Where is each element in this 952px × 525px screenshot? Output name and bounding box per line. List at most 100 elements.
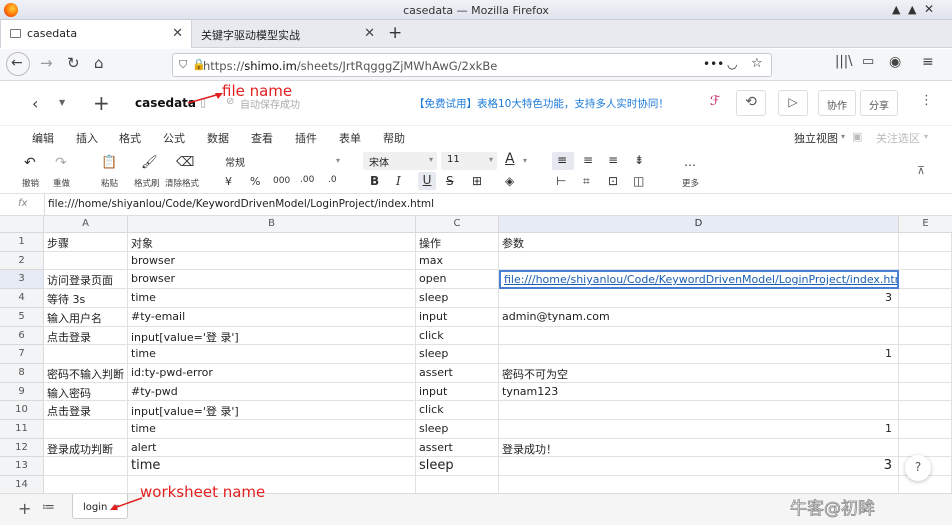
cell-c13[interactable]: sleep <box>416 457 499 476</box>
standalone-view[interactable]: 独立视图 <box>794 130 838 146</box>
cell-c4[interactable]: sleep <box>416 289 499 308</box>
cell-c9[interactable]: input <box>416 383 499 401</box>
cell-d1[interactable]: 参数 <box>499 233 899 252</box>
cell-e1[interactable] <box>899 233 952 252</box>
cell-b2[interactable]: browser <box>128 252 416 270</box>
cell-d3[interactable]: file:///home/shiyanlou/Code/KeywordDrive… <box>499 270 899 289</box>
close-window-icon[interactable]: ✕ <box>924 2 934 16</box>
cell-c5[interactable]: input <box>416 308 499 327</box>
currency-icon[interactable]: ¥ <box>225 175 232 188</box>
cell-b10[interactable]: input[value='登 录'] <box>128 401 416 420</box>
cell-d11[interactable]: 1 <box>499 420 899 439</box>
formula-input[interactable]: file:///home/shiyanlou/Code/KeywordDrive… <box>48 198 434 210</box>
history-icon[interactable]: ⟲ <box>736 90 766 116</box>
cell-c10[interactable]: click <box>416 401 499 420</box>
cell-a3[interactable]: 访问登录页面 <box>44 270 128 289</box>
focus-selection[interactable]: 关注选区 <box>876 130 920 146</box>
cell-d7[interactable]: 1 <box>499 345 899 364</box>
forward-icon[interactable]: → <box>40 54 53 72</box>
row-header[interactable]: 3 <box>0 270 44 289</box>
cell-c6[interactable]: click <box>416 327 499 345</box>
row-header[interactable]: 1 <box>0 233 44 252</box>
cell-c11[interactable]: sleep <box>416 420 499 439</box>
cell-c2[interactable]: max <box>416 252 499 270</box>
back-icon[interactable]: ← <box>6 52 30 76</box>
menu-insert[interactable]: 插入 <box>76 130 98 146</box>
focus-area-icon[interactable]: ▣ <box>852 130 862 143</box>
cell-e2[interactable] <box>899 252 952 270</box>
menu-help[interactable]: 帮助 <box>383 130 405 146</box>
cell-b8[interactable]: id:ty-pwd-error <box>128 364 416 383</box>
strikethrough-icon[interactable]: S <box>446 174 454 188</box>
cell-e4[interactable] <box>899 289 952 308</box>
percent-icon[interactable]: % <box>250 175 260 188</box>
number-format-select[interactable]: 常规 <box>225 154 245 169</box>
cell-b3[interactable]: browser <box>128 270 416 289</box>
decrease-decimal-icon[interactable]: .00 <box>300 175 314 185</box>
cell-a4[interactable]: 等待 3s <box>44 289 128 308</box>
bold-icon[interactable]: B <box>370 174 379 188</box>
maximize-icon[interactable]: ▲ <box>908 3 916 16</box>
format-painter-icon[interactable]: 🖌 <box>141 155 158 170</box>
font-size-select[interactable]: 11 ▾ <box>441 152 497 170</box>
align-center-icon[interactable]: ≡ <box>583 153 593 167</box>
menu-formula[interactable]: 公式 <box>163 130 185 146</box>
increase-decimal-icon[interactable]: .0 <box>328 175 337 185</box>
cell-e5[interactable] <box>899 308 952 327</box>
cell-b1[interactable]: 对象 <box>128 233 416 252</box>
undo-icon[interactable]: ↶ <box>24 155 36 171</box>
vertical-align-icon[interactable]: ⇟ <box>634 153 644 167</box>
cell-a6[interactable]: 点击登录 <box>44 327 128 345</box>
cell-e10[interactable] <box>899 401 952 420</box>
menu-edit[interactable]: 编辑 <box>32 130 54 146</box>
cell-d9[interactable]: tynam123 <box>499 383 899 401</box>
cell-a1[interactable]: 步骤 <box>44 233 128 252</box>
menu-view[interactable]: 查看 <box>251 130 273 146</box>
thousands-icon[interactable]: 000 <box>273 176 290 186</box>
cell-e9[interactable] <box>899 383 952 401</box>
cell-a10[interactable]: 点击登录 <box>44 401 128 420</box>
cell-d5[interactable]: admin@tynam.com <box>499 308 899 327</box>
cell-a5[interactable]: 输入用户名 <box>44 308 128 327</box>
add-sheet-icon[interactable]: + <box>18 499 31 518</box>
help-button[interactable]: ? <box>905 455 931 481</box>
row-header[interactable]: 5 <box>0 308 44 327</box>
row-header[interactable]: 4 <box>0 289 44 308</box>
align-right-icon[interactable]: ≡ <box>608 153 618 167</box>
shield-icon[interactable]: ⛉ <box>179 58 187 72</box>
add-icon[interactable]: + <box>93 91 110 115</box>
cell-c12[interactable]: assert <box>416 439 499 457</box>
cell-c7[interactable]: sleep <box>416 345 499 364</box>
more-options-icon[interactable]: ⋮ <box>920 93 933 108</box>
dropdown-icon[interactable]: ▼ <box>59 98 65 107</box>
library-icon[interactable]: |||\ <box>835 54 853 69</box>
cell-a2[interactable] <box>44 252 128 270</box>
borders-icon[interactable]: ⊞ <box>472 174 482 188</box>
eraser-icon[interactable]: ⌫ <box>176 155 194 170</box>
share-button[interactable]: 分享 <box>860 90 898 116</box>
cell-e3[interactable] <box>899 270 952 289</box>
menu-plugins[interactable]: 插件 <box>295 130 317 146</box>
cell-e6[interactable] <box>899 327 952 345</box>
cell-b9[interactable]: #ty-pwd <box>128 383 416 401</box>
row-header[interactable]: 7 <box>0 345 44 364</box>
row-header[interactable]: 2 <box>0 252 44 270</box>
redo-icon[interactable]: ↷ <box>55 155 67 171</box>
cell-d2[interactable] <box>499 252 899 270</box>
freeze-icon[interactable]: ⊡ <box>608 174 618 188</box>
font-color-icon[interactable]: A <box>505 151 515 167</box>
menu-data[interactable]: 数据 <box>207 130 229 146</box>
more-tools-icon[interactable]: … <box>684 155 696 169</box>
collapse-toolbar-icon[interactable]: ⊼ <box>917 164 925 177</box>
row-header[interactable]: 8 <box>0 364 44 383</box>
select-all-corner[interactable] <box>0 216 44 233</box>
reload-icon[interactable]: ↻ <box>67 54 80 72</box>
cell-b11[interactable]: time <box>128 420 416 439</box>
menu-format[interactable]: 格式 <box>119 130 141 146</box>
bookmark-star-icon[interactable]: ☆ <box>751 56 763 71</box>
cell-b4[interactable]: time <box>128 289 416 308</box>
cell-a12[interactable]: 登录成功判断 <box>44 439 128 457</box>
account-icon[interactable]: ◉ <box>889 54 901 70</box>
align-left-button[interactable]: ≡ <box>552 152 574 170</box>
cell-e8[interactable] <box>899 364 952 383</box>
